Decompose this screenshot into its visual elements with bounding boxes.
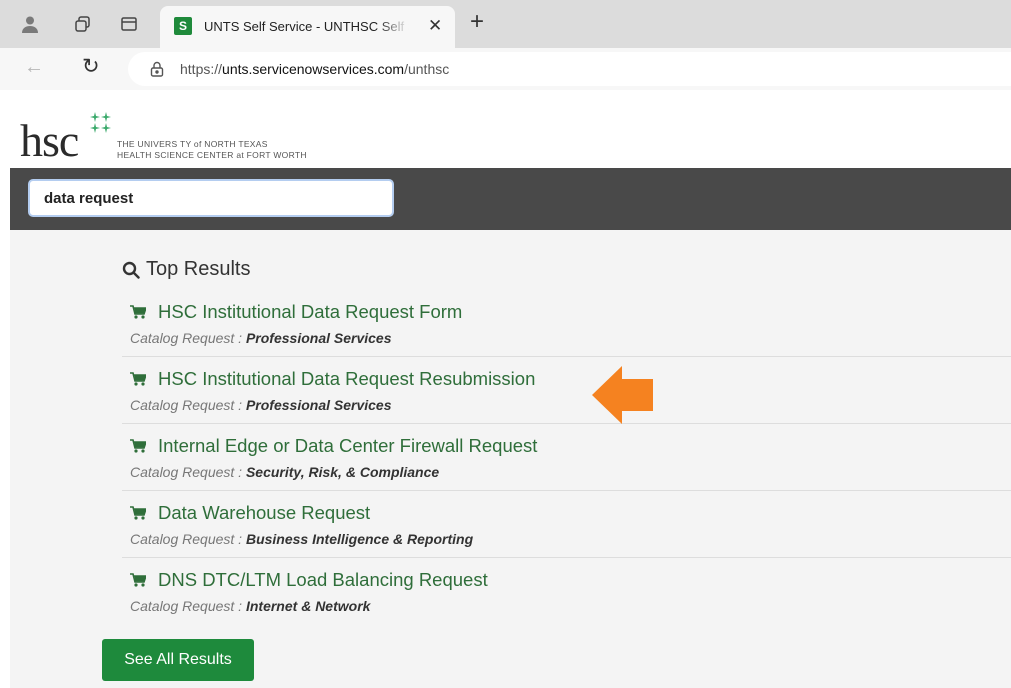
logo-dots-icon xyxy=(90,112,111,133)
result-title[interactable]: Internal Edge or Data Center Firewall Re… xyxy=(158,435,537,457)
result-category: Internet & Network xyxy=(245,598,371,614)
url-field[interactable]: https://unts.servicenowservices.com/unth… xyxy=(128,52,1011,86)
result-category: Professional Services xyxy=(245,397,392,413)
browser-tab-bar: S UNTS Self Service - UNTHSC Self Servic… xyxy=(0,0,1011,48)
close-tab-icon[interactable]: ✕ xyxy=(428,16,442,36)
profile-icon[interactable] xyxy=(18,12,42,36)
result-category: Business Intelligence & Reporting xyxy=(245,531,474,547)
cart-icon xyxy=(130,506,146,520)
result-item[interactable]: Internal Edge or Data Center Firewall Re… xyxy=(122,424,1011,491)
results-list: HSC Institutional Data Request Form Catal… xyxy=(122,290,1011,625)
annotation-arrow-icon xyxy=(592,366,653,424)
result-category: Security, Risk, & Compliance xyxy=(245,464,440,480)
result-item[interactable]: Data Warehouse Request Catalog Request : … xyxy=(122,491,1011,558)
tab-actions-icon[interactable] xyxy=(117,12,141,36)
result-item[interactable]: DNS DTC/LTM Load Balancing Request Catalo… xyxy=(122,558,1011,625)
result-meta: Catalog Request : Internet & Network xyxy=(130,598,371,614)
address-bar: ← ↻ https://unts.servicenowservices.com/… xyxy=(0,48,1011,90)
top-results-label: Top Results xyxy=(146,258,251,280)
result-type: Catalog Request xyxy=(130,397,235,413)
cart-icon xyxy=(130,305,146,319)
result-type: Catalog Request xyxy=(130,598,235,614)
search-input[interactable] xyxy=(28,179,394,217)
result-title[interactable]: DNS DTC/LTM Load Balancing Request xyxy=(158,569,488,591)
browser-tab[interactable]: S UNTS Self Service - UNTHSC Self Servic… xyxy=(160,6,455,48)
result-item[interactable]: HSC Institutional Data Request Form Catal… xyxy=(122,290,1011,357)
lock-icon[interactable] xyxy=(150,61,164,77)
search-icon xyxy=(122,261,140,279)
logo-tagline-2: HEALTH SCIENCE CENTER at FORT WORTH xyxy=(117,150,307,160)
cart-icon xyxy=(130,439,146,453)
result-title[interactable]: HSC Institutional Data Request Resubmiss… xyxy=(158,368,535,390)
see-all-results-button[interactable]: See All Results xyxy=(102,639,254,681)
logo-wordmark: hsc xyxy=(20,115,79,166)
logo-tagline-1: THE UNIVERS TY of NORTH TEXAS xyxy=(117,139,268,149)
page-content: hsc THE UNIVERS TY of NORTH TEXAS HEALTH… xyxy=(10,90,1011,688)
tab-title: UNTS Self Service - UNTHSC Self Service xyxy=(204,19,409,34)
back-arrow-icon[interactable]: ← xyxy=(24,56,44,79)
result-type: Catalog Request xyxy=(130,330,235,346)
result-meta: Catalog Request : Professional Services xyxy=(130,397,392,413)
url-text: https://unts.servicenowservices.com/unth… xyxy=(180,61,450,77)
result-title[interactable]: HSC Institutional Data Request Form xyxy=(158,301,462,323)
site-header: hsc THE UNIVERS TY of NORTH TEXAS HEALTH… xyxy=(10,90,1011,168)
result-type: Catalog Request xyxy=(130,464,235,480)
cart-icon xyxy=(130,573,146,587)
servicenow-favicon-icon: S xyxy=(174,17,192,35)
top-results-heading: Top Results xyxy=(122,258,251,281)
new-tab-icon[interactable]: + xyxy=(470,8,484,36)
result-item[interactable]: HSC Institutional Data Request Resubmiss… xyxy=(122,357,1011,424)
result-meta: Catalog Request : Security, Risk, & Comp… xyxy=(130,464,440,480)
result-title[interactable]: Data Warehouse Request xyxy=(158,502,370,524)
workspaces-icon[interactable] xyxy=(71,12,95,36)
cart-icon xyxy=(130,372,146,386)
result-category: Professional Services xyxy=(245,330,392,346)
result-meta: Catalog Request : Business Intelligence … xyxy=(130,531,474,547)
search-bar xyxy=(10,168,1011,230)
result-meta: Catalog Request : Professional Services xyxy=(130,330,392,346)
refresh-icon[interactable]: ↻ xyxy=(82,54,100,79)
result-type: Catalog Request xyxy=(130,531,235,547)
